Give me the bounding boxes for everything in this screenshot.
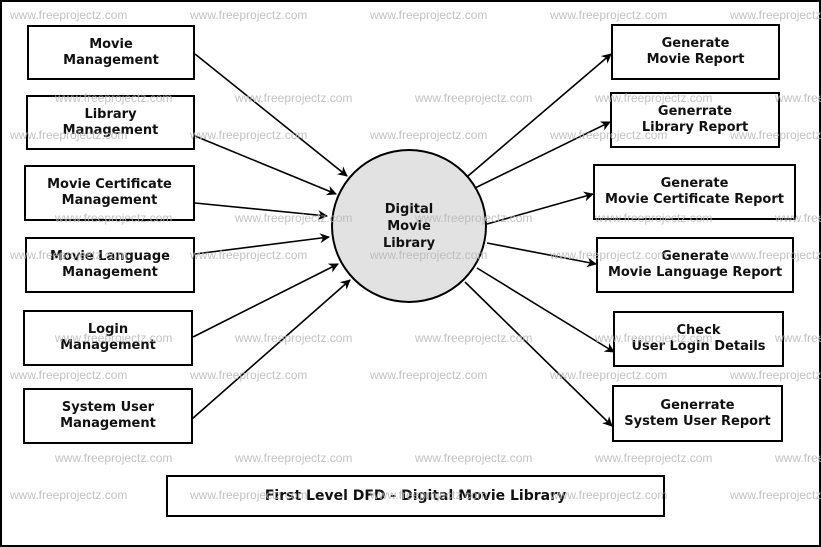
entity-system-user-management: System User Management xyxy=(23,388,193,444)
entity-label: Management xyxy=(60,338,156,353)
flow-arrow-movie-certificate-management-to-central-process xyxy=(194,202,328,221)
flow-arrow-movie-language-management-to-central-process xyxy=(194,233,330,255)
entity-label: Management xyxy=(62,265,158,280)
entity-movie-certificate-management: Movie Certificate Management xyxy=(24,165,195,221)
entity-label: Movie Language Report xyxy=(607,265,783,280)
entity-label: Library Report xyxy=(641,120,749,135)
flow-arrow-central-process-to-generrate-library-report xyxy=(474,121,611,189)
process-label: Digital xyxy=(384,201,434,217)
process-label: Movie xyxy=(387,218,431,234)
entity-label: Movie Report xyxy=(646,52,745,67)
entity-label: Login xyxy=(87,322,129,337)
entity-generate-movie-certificate-report: Generate Movie Certificate Report xyxy=(593,164,796,220)
entity-label: Management xyxy=(62,122,159,138)
flow-arrow-library-management-to-central-process xyxy=(194,135,337,196)
flow-arrow-central-process-to-generate-movie-report xyxy=(467,53,612,177)
flow-arrow-movie-management-to-central-process xyxy=(194,53,348,177)
entity-library-management: Library Management xyxy=(26,95,195,150)
entity-movie-management: Movie Management xyxy=(27,25,195,80)
entity-generate-movie-language-report: Generate Movie Language Report xyxy=(596,237,794,293)
entity-label: Generate xyxy=(661,249,729,264)
entity-label: Generate xyxy=(661,36,730,51)
entity-login-management: Login Management xyxy=(23,310,193,366)
flow-arrow-central-process-to-generate-movie-certificate-report xyxy=(486,191,594,225)
entity-label: Library xyxy=(84,106,137,122)
entity-label: Management xyxy=(61,193,158,208)
flow-arrow-central-process-to-generrate-system-user-report xyxy=(464,281,613,427)
flow-arrow-login-management-to-central-process xyxy=(192,263,339,338)
flow-arrow-system-user-management-to-central-process xyxy=(191,279,351,420)
flow-arrow-central-process-to-generate-movie-language-report xyxy=(486,242,597,268)
entity-label: Movie Certificate xyxy=(47,177,172,192)
entity-label: Movie Certificate Report xyxy=(605,192,784,207)
entity-generate-movie-report: Generate Movie Report xyxy=(611,24,780,80)
entity-label: User Login Details xyxy=(631,339,766,354)
entity-label: Generrate xyxy=(660,397,735,413)
central-process: Digital Movie Library xyxy=(331,149,487,303)
entity-label: Movie Language xyxy=(50,249,170,264)
diagram-title: First Level DFD - Digital Movie Library xyxy=(166,475,665,517)
entity-generrate-system-user-report: Generrate System User Report xyxy=(612,385,783,442)
entity-label: Generate xyxy=(660,176,729,191)
entity-movie-language-management: Movie Language Management xyxy=(25,237,195,293)
flow-arrow-central-process-to-check-user-login-details xyxy=(476,267,615,353)
entity-check-user-login-details: Check User Login Details xyxy=(613,311,784,367)
entity-label: Management xyxy=(63,52,159,68)
entity-label: Management xyxy=(60,416,156,431)
entity-generrate-library-report: Generrate Library Report xyxy=(610,92,780,148)
entity-label: Movie xyxy=(89,36,133,52)
entity-label: Check xyxy=(676,323,721,338)
process-label: Library xyxy=(382,235,436,251)
entity-label: System User xyxy=(61,400,155,415)
entity-label: Generrate xyxy=(657,104,733,119)
entity-label: System User Report xyxy=(624,413,771,429)
